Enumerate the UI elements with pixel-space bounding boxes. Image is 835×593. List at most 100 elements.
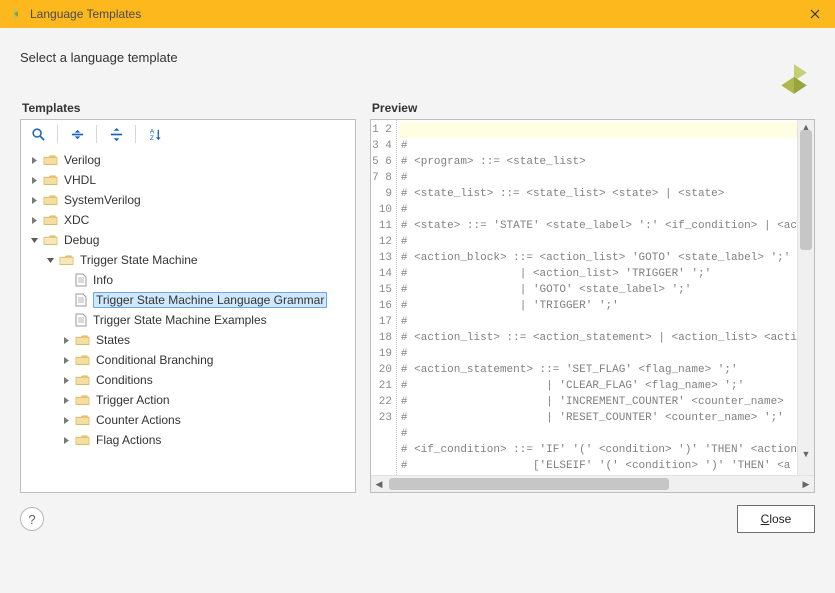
templates-tree[interactable]: Verilog VHDL SystemVerilog XDC	[21, 148, 355, 492]
scroll-thumb[interactable]	[389, 478, 669, 490]
app-icon	[8, 6, 24, 22]
folder-open-icon	[59, 254, 74, 266]
code-line: # | 'INCREMENT_COUNTER' <counter_name>	[399, 394, 797, 410]
tree-item-tsm[interactable]: Trigger State Machine	[25, 250, 351, 270]
chevron-right-icon[interactable]	[27, 213, 41, 227]
expand-all-button[interactable]	[105, 123, 127, 145]
sort-button[interactable]: AZ	[144, 123, 166, 145]
tree-label: SystemVerilog	[64, 193, 141, 207]
search-button[interactable]	[27, 123, 49, 145]
chevron-right-icon[interactable]	[27, 193, 41, 207]
chevron-right-icon[interactable]	[27, 173, 41, 187]
code-line: # | 'TRIGGER' ';'	[399, 298, 797, 314]
xilinx-logo-icon	[777, 62, 811, 96]
chevron-right-icon[interactable]	[59, 373, 73, 387]
tree-label: Conditional Branching	[96, 353, 213, 367]
tree-item-info[interactable]: · Info	[25, 270, 351, 290]
code-line: # <state> ::= 'STATE' <state_label> ':' …	[399, 218, 797, 234]
close-button-underline: C	[761, 512, 770, 526]
tree-item-states[interactable]: States	[25, 330, 351, 350]
dialog-subtitle: Select a language template	[20, 50, 815, 65]
folder-icon	[43, 194, 58, 206]
folder-icon	[75, 434, 90, 446]
tree-item-examples[interactable]: · Trigger State Machine Examples	[25, 310, 351, 330]
tree-item-debug[interactable]: Debug	[25, 230, 351, 250]
close-button[interactable]: Close	[737, 505, 815, 533]
code-view[interactable]: ## <program> ::= <state_list>## <state_l…	[397, 120, 797, 475]
code-line: #	[399, 234, 797, 250]
code-line: # | 'CLEAR_FLAG' <flag_name> ';'	[399, 378, 797, 394]
tree-label: Trigger State Machine Language Grammar	[93, 292, 327, 308]
dialog-footer: ? Close	[0, 493, 835, 533]
tree-label: Debug	[64, 233, 99, 247]
preview-label: Preview	[372, 101, 815, 115]
templates-panel: AZ Verilog VHDL SystemVerilog	[20, 119, 356, 493]
dialog-header: Select a language template	[0, 28, 835, 75]
code-line: # <if_condition> ::= 'IF' '(' <condition…	[399, 442, 797, 458]
folder-icon	[43, 174, 58, 186]
tree-item-grammar[interactable]: · Trigger State Machine Language Grammar	[25, 290, 351, 310]
window-close-button[interactable]	[795, 0, 835, 28]
help-button[interactable]: ?	[20, 507, 44, 531]
code-line: #	[399, 346, 797, 362]
collapse-all-button[interactable]	[66, 123, 88, 145]
svg-text:Z: Z	[149, 135, 153, 142]
tree-item-xdc[interactable]: XDC	[25, 210, 351, 230]
tree-item-vhdl[interactable]: VHDL	[25, 170, 351, 190]
tree-item-counter-actions[interactable]: Counter Actions	[25, 410, 351, 430]
code-line	[399, 122, 797, 138]
tree-label: Counter Actions	[96, 413, 181, 427]
folder-icon	[75, 374, 90, 386]
chevron-right-icon[interactable]	[59, 333, 73, 347]
code-line: #	[399, 426, 797, 442]
tree-label: Conditions	[96, 373, 153, 387]
scroll-left-icon[interactable]: ◀	[371, 479, 387, 490]
code-line: #	[399, 202, 797, 218]
tree-label: Trigger Action	[96, 393, 170, 407]
tree-item-systemverilog[interactable]: SystemVerilog	[25, 190, 351, 210]
folder-icon	[43, 154, 58, 166]
folder-icon	[75, 414, 90, 426]
folder-icon	[43, 214, 58, 226]
folder-icon	[75, 334, 90, 346]
scroll-thumb[interactable]	[800, 130, 812, 250]
code-line: # | 'GOTO' <state_label> ';'	[399, 282, 797, 298]
horizontal-scrollbar[interactable]: ◀ ▶	[371, 475, 814, 492]
code-line: # <action_list> ::= <action_statement> |…	[399, 330, 797, 346]
document-icon	[75, 273, 87, 287]
tree-item-conditional-branching[interactable]: Conditional Branching	[25, 350, 351, 370]
code-line: # ['ELSEIF' '(' <condition> ')' 'THEN' <…	[399, 458, 797, 474]
tree-label: Verilog	[64, 153, 101, 167]
code-line: # <action_statement> ::= 'SET_FLAG' <fla…	[399, 362, 797, 378]
folder-open-icon	[43, 234, 58, 246]
tree-item-trigger-action[interactable]: Trigger Action	[25, 390, 351, 410]
chevron-right-icon[interactable]	[59, 353, 73, 367]
tree-item-conditions[interactable]: Conditions	[25, 370, 351, 390]
code-line: # <action_block> ::= <action_list> 'GOTO…	[399, 250, 797, 266]
code-line: #	[399, 138, 797, 154]
scroll-right-icon[interactable]: ▶	[798, 479, 814, 490]
tree-item-verilog[interactable]: Verilog	[25, 150, 351, 170]
chevron-right-icon[interactable]	[27, 153, 41, 167]
folder-icon	[75, 354, 90, 366]
chevron-down-icon[interactable]	[27, 233, 41, 247]
tree-label: XDC	[64, 213, 89, 227]
code-line: #	[399, 170, 797, 186]
code-line: # | <action_list> 'TRIGGER' ';'	[399, 266, 797, 282]
code-line: # 'ELSE' <action_block>	[399, 474, 797, 475]
chevron-right-icon[interactable]	[59, 393, 73, 407]
tree-item-flag-actions[interactable]: Flag Actions	[25, 430, 351, 450]
chevron-right-icon[interactable]	[59, 413, 73, 427]
code-line: # <program> ::= <state_list>	[399, 154, 797, 170]
templates-toolbar: AZ	[21, 120, 355, 148]
scroll-down-icon[interactable]: ▼	[798, 447, 814, 461]
vertical-scrollbar[interactable]: ▲ ▼	[797, 120, 814, 475]
code-line: #	[399, 314, 797, 330]
document-icon	[75, 313, 87, 327]
chevron-down-icon[interactable]	[43, 253, 57, 267]
folder-icon	[75, 394, 90, 406]
document-icon	[75, 293, 87, 307]
toolbar-separator	[135, 125, 136, 143]
preview-panel: 1 2 3 4 5 6 7 8 9 10 11 12 13 14 15 16 1…	[370, 119, 815, 493]
chevron-right-icon[interactable]	[59, 433, 73, 447]
